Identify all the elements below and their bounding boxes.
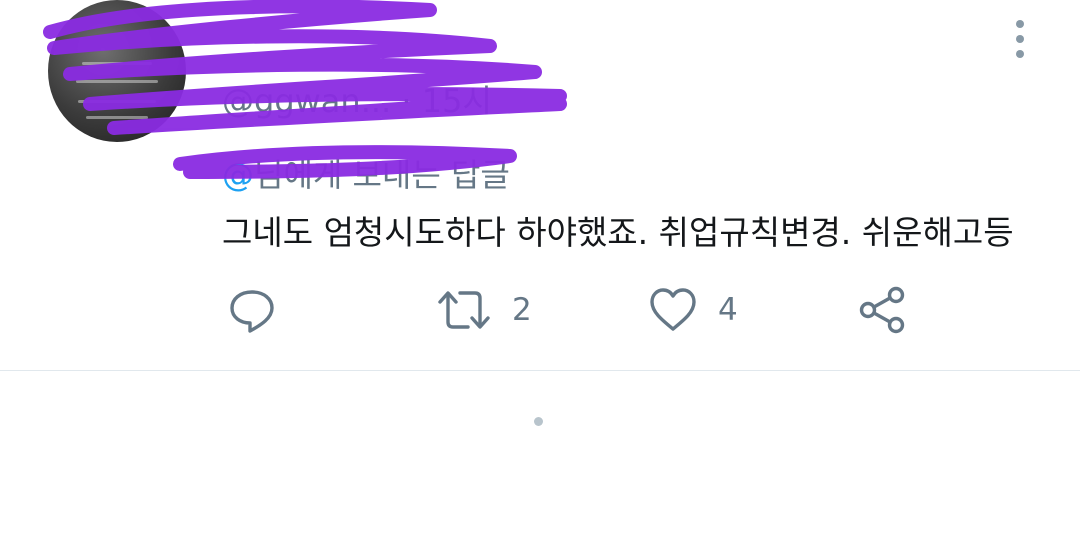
reply-context: @님에게 보내는 답글 [222, 150, 510, 196]
more-vertical-icon [1016, 20, 1024, 28]
avatar[interactable] [48, 0, 186, 142]
loading-indicator [534, 417, 543, 426]
like-button[interactable]: 4 [648, 284, 738, 336]
tweet[interactable]: @ggwan... · 15시 @님에게 보내는 답글 그네도 엄청시도하다 하… [0, 0, 1080, 371]
reply-suffix: 님에게 보내는 답글 [254, 156, 510, 194]
tweet-text: 그네도 엄청시도하다 하야했죠. 취업규칙변경. 쉬운해고등 [222, 213, 1014, 252]
retweet-arrows-icon [438, 291, 490, 329]
handle-and-time: @ggwan... · 15시 [222, 82, 492, 120]
heart-outline-icon [650, 288, 696, 331]
retweet-button[interactable]: 2 [436, 284, 532, 336]
like-count: 4 [718, 292, 738, 328]
reply-mention-link[interactable]: @ [222, 156, 254, 194]
comment-bubble-icon [230, 290, 274, 333]
share-nodes-icon [859, 286, 905, 334]
more-options-button[interactable] [1008, 18, 1032, 60]
retweet-count: 2 [512, 292, 532, 328]
reply-button[interactable] [228, 284, 296, 336]
share-button[interactable] [858, 284, 908, 336]
